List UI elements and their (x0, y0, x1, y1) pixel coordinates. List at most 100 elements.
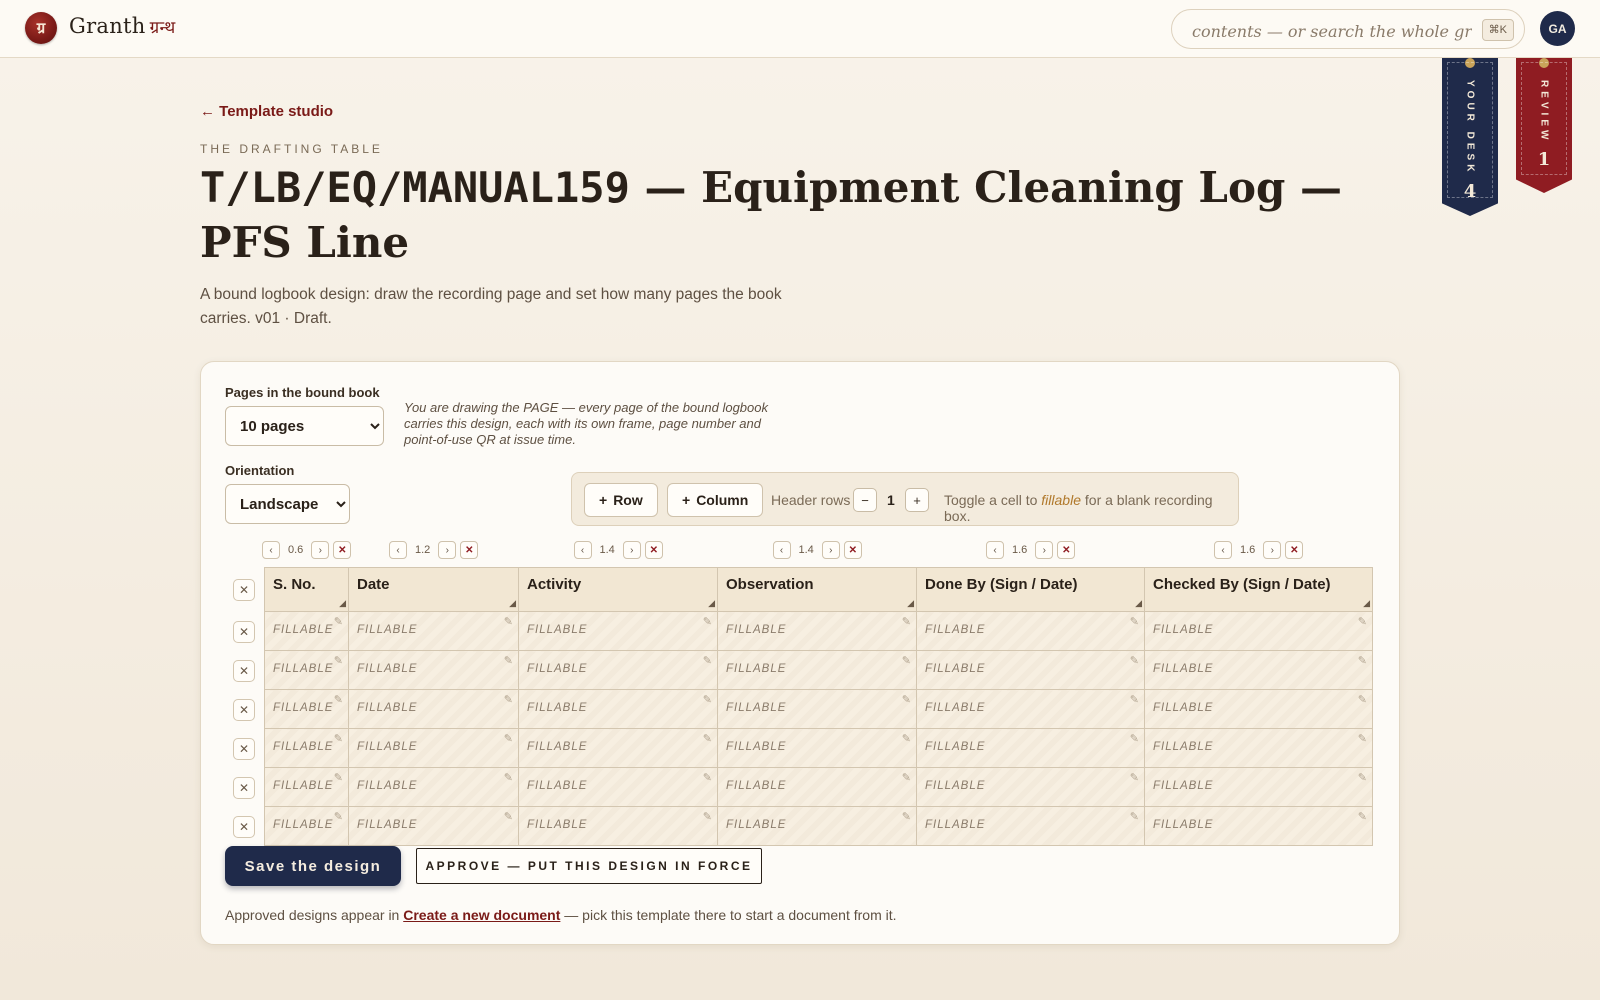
search-box[interactable]: ⌘K (1171, 9, 1525, 49)
logo-seal-icon[interactable]: ग्र (25, 12, 57, 44)
pencil-icon[interactable]: ✎ (334, 771, 343, 784)
pages-select[interactable]: 10 pages (225, 406, 384, 446)
fillable-cell[interactable]: FILLABLE ✎ (717, 689, 917, 729)
delete-row-button[interactable]: ✕ (233, 579, 255, 601)
column-header[interactable]: Observation ◢ (717, 567, 917, 612)
pencil-icon[interactable]: ✎ (504, 654, 513, 667)
pencil-icon[interactable]: ✎ (1358, 615, 1367, 628)
fillable-cell[interactable]: FILLABLE ✎ (916, 689, 1145, 729)
delete-row-button[interactable]: ✕ (233, 660, 255, 682)
resize-handle-icon[interactable]: ◢ (1135, 598, 1142, 609)
search-input[interactable] (1190, 18, 1474, 44)
resize-handle-icon[interactable]: ◢ (339, 598, 346, 609)
delete-row-button[interactable]: ✕ (233, 777, 255, 799)
widen-column-button[interactable]: › (311, 541, 330, 559)
fillable-cell[interactable]: FILLABLE ✎ (717, 806, 917, 846)
add-column-button[interactable]: + Column (667, 483, 764, 517)
narrow-column-button[interactable]: ‹ (573, 541, 592, 559)
fillable-cell[interactable]: FILLABLE ✎ (916, 806, 1145, 846)
fillable-cell[interactable]: FILLABLE ✎ (1144, 689, 1373, 729)
resize-handle-icon[interactable]: ◢ (907, 598, 914, 609)
fillable-cell[interactable]: FILLABLE ✎ (1144, 728, 1373, 768)
fillable-cell[interactable]: FILLABLE ✎ (717, 728, 917, 768)
fillable-cell[interactable]: FILLABLE ✎ (348, 611, 519, 651)
delete-column-button[interactable]: ✕ (1057, 541, 1076, 559)
fillable-cell[interactable]: FILLABLE ✎ (1144, 650, 1373, 690)
fillable-cell[interactable]: FILLABLE ✎ (518, 689, 718, 729)
fillable-cell[interactable]: FILLABLE ✎ (518, 767, 718, 807)
pencil-icon[interactable]: ✎ (1130, 771, 1139, 784)
pencil-icon[interactable]: ✎ (334, 615, 343, 628)
column-header[interactable]: S. No. ◢ (264, 567, 349, 612)
column-header[interactable]: Checked By (Sign / Date) ◢ (1144, 567, 1373, 612)
fillable-cell[interactable]: FILLABLE ✎ (916, 728, 1145, 768)
fillable-cell[interactable]: FILLABLE ✎ (348, 767, 519, 807)
pencil-icon[interactable]: ✎ (1358, 810, 1367, 823)
add-row-button[interactable]: + Row (584, 483, 658, 517)
fillable-cell[interactable]: FILLABLE ✎ (264, 689, 349, 729)
pencil-icon[interactable]: ✎ (703, 654, 712, 667)
fillable-cell[interactable]: FILLABLE ✎ (348, 728, 519, 768)
narrow-column-button[interactable]: ‹ (986, 541, 1004, 559)
pencil-icon[interactable]: ✎ (703, 732, 712, 745)
pencil-icon[interactable]: ✎ (902, 654, 911, 667)
header-rows-decrement-button[interactable]: − (853, 488, 877, 512)
fillable-cell[interactable]: FILLABLE ✎ (348, 650, 519, 690)
pencil-icon[interactable]: ✎ (334, 732, 343, 745)
pencil-icon[interactable]: ✎ (1130, 693, 1139, 706)
narrow-column-button[interactable]: ‹ (262, 541, 280, 559)
fillable-cell[interactable]: FILLABLE ✎ (717, 767, 917, 807)
column-header[interactable]: Date ◢ (348, 567, 519, 612)
resize-handle-icon[interactable]: ◢ (708, 598, 715, 609)
fillable-cell[interactable]: FILLABLE ✎ (264, 767, 349, 807)
widen-column-button[interactable]: › (438, 541, 457, 559)
delete-column-button[interactable]: ✕ (333, 541, 352, 559)
pencil-icon[interactable]: ✎ (1130, 654, 1139, 667)
fillable-cell[interactable]: FILLABLE ✎ (264, 806, 349, 846)
resize-handle-icon[interactable]: ◢ (509, 598, 516, 609)
fillable-cell[interactable]: FILLABLE ✎ (717, 650, 917, 690)
pencil-icon[interactable]: ✎ (1130, 810, 1139, 823)
pencil-icon[interactable]: ✎ (703, 615, 712, 628)
fillable-cell[interactable]: FILLABLE ✎ (1144, 767, 1373, 807)
pencil-icon[interactable]: ✎ (504, 771, 513, 784)
column-header[interactable]: Done By (Sign / Date) ◢ (916, 567, 1145, 612)
pencil-icon[interactable]: ✎ (902, 810, 911, 823)
back-to-template-studio-link[interactable]: ← Template studio (200, 103, 333, 120)
pencil-icon[interactable]: ✎ (1358, 654, 1367, 667)
header-rows-increment-button[interactable]: + (905, 488, 929, 512)
pencil-icon[interactable]: ✎ (703, 771, 712, 784)
orientation-select[interactable]: Landscape (225, 484, 350, 524)
brand-name[interactable]: Granth ग्रन्थ (69, 14, 176, 38)
resize-handle-icon[interactable]: ◢ (1363, 598, 1370, 609)
delete-column-button[interactable]: ✕ (1285, 541, 1304, 559)
pencil-icon[interactable]: ✎ (334, 693, 343, 706)
fillable-cell[interactable]: FILLABLE ✎ (1144, 806, 1373, 846)
fillable-cell[interactable]: FILLABLE ✎ (264, 728, 349, 768)
fillable-cell[interactable]: FILLABLE ✎ (717, 611, 917, 651)
fillable-cell[interactable]: FILLABLE ✎ (916, 611, 1145, 651)
pencil-icon[interactable]: ✎ (1358, 732, 1367, 745)
fillable-cell[interactable]: FILLABLE ✎ (916, 767, 1145, 807)
pencil-icon[interactable]: ✎ (504, 732, 513, 745)
pencil-icon[interactable]: ✎ (1130, 732, 1139, 745)
pencil-icon[interactable]: ✎ (703, 810, 712, 823)
column-header[interactable]: Activity ◢ (518, 567, 718, 612)
widen-column-button[interactable]: › (821, 541, 840, 559)
widen-column-button[interactable]: › (1263, 541, 1282, 559)
fillable-cell[interactable]: FILLABLE ✎ (348, 806, 519, 846)
delete-row-button[interactable]: ✕ (233, 699, 255, 721)
narrow-column-button[interactable]: ‹ (389, 541, 407, 559)
fillable-cell[interactable]: FILLABLE ✎ (916, 650, 1145, 690)
fillable-cell[interactable]: FILLABLE ✎ (518, 650, 718, 690)
fillable-cell[interactable]: FILLABLE ✎ (264, 611, 349, 651)
pencil-icon[interactable]: ✎ (1358, 693, 1367, 706)
pencil-icon[interactable]: ✎ (504, 693, 513, 706)
fillable-cell[interactable]: FILLABLE ✎ (264, 650, 349, 690)
fillable-cell[interactable]: FILLABLE ✎ (518, 806, 718, 846)
pencil-icon[interactable]: ✎ (902, 615, 911, 628)
delete-column-button[interactable]: ✕ (843, 541, 862, 559)
delete-row-button[interactable]: ✕ (233, 816, 255, 838)
narrow-column-button[interactable]: ‹ (772, 541, 791, 559)
pencil-icon[interactable]: ✎ (334, 810, 343, 823)
